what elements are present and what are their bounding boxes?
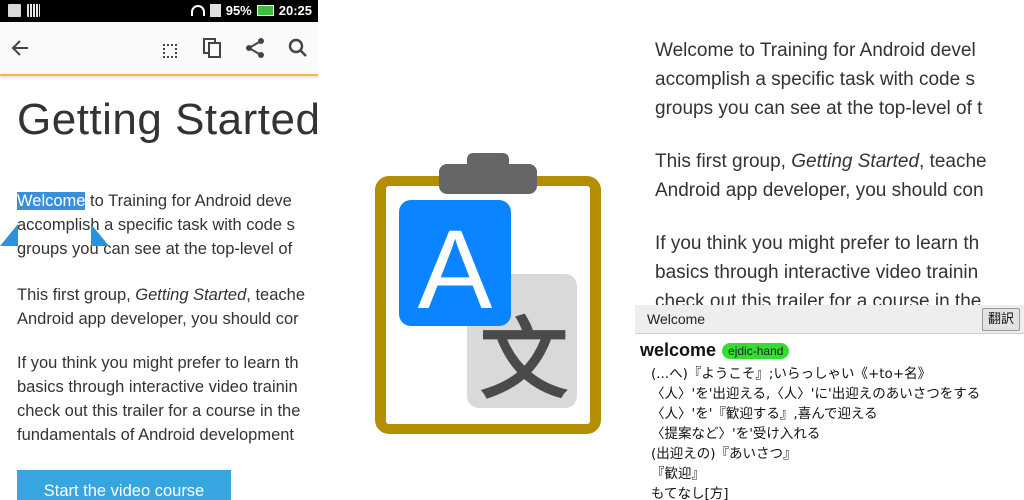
intro-paragraph: Welcome to Training for Android devel ac…	[655, 36, 982, 123]
select-all-icon[interactable]	[158, 36, 182, 60]
paragraph-text: check out this trailer for a course in t…	[17, 402, 301, 420]
start-video-course-button[interactable]: Start the video course	[17, 470, 231, 500]
definition-line: もてなし[方]	[651, 486, 729, 500]
getting-started-paragraph: This first group, Getting Started, teach…	[17, 283, 318, 331]
battery-charging-icon	[256, 5, 274, 16]
paragraph-text: basics through interactive video trainin	[655, 262, 979, 283]
paragraph-text: groups you can see at the top-level of t	[655, 98, 983, 119]
barcode-notification-icon	[27, 4, 40, 17]
paragraph-text: accomplish a specific task with code s	[17, 216, 295, 234]
right-phone-screen: Welcome to Training for Android devel ac…	[635, 0, 1024, 500]
paragraph-text: accomplish a specific task with code s	[655, 69, 975, 90]
latin-letter: A	[418, 207, 493, 332]
search-icon[interactable]	[286, 36, 310, 60]
dictionary-source-badge: ejdic-hand	[722, 342, 790, 359]
paragraph-text: fundamentals of Android development	[17, 426, 295, 444]
video-training-paragraph: If you think you might prefer to learn t…	[17, 351, 318, 447]
entry-headword: welcome	[640, 340, 717, 360]
definition-line: 〈人〉'を'出迎える,〈人〉'に'出迎えのあいさつをする	[651, 386, 981, 402]
translate-button[interactable]: 翻訳	[982, 308, 1020, 331]
dictionary-popup: Welcome 翻訳 welcome ejdic-hand (...へ)『ようこ…	[635, 305, 1024, 500]
paragraph-text: Android app developer, you should con	[655, 180, 984, 201]
intro-paragraph: Welcome to Training for Android deve acc…	[17, 189, 318, 261]
popup-header: Welcome 翻訳	[635, 305, 1024, 334]
paragraph-emphasis: Getting Started	[135, 286, 247, 304]
getting-started-paragraph: This first group, Getting Started, teach…	[655, 147, 987, 205]
status-notification-icons	[8, 4, 40, 17]
paragraph-text: This first group,	[655, 151, 792, 172]
definition-list: (...へ)『ようこそ』;いらっしゃい《+to+名》 〈人〉'を'出迎える,〈人…	[651, 364, 980, 500]
definition-line: 〈人〉'を'『歓迎する』,喜んで迎える	[651, 406, 878, 422]
copy-icon[interactable]	[200, 36, 224, 60]
paragraph-emphasis: Getting Started	[791, 151, 920, 172]
wifi-icon	[190, 5, 205, 16]
clipboard-clip-icon	[439, 153, 537, 194]
clipboard-translate-logo: 文 A	[371, 150, 607, 440]
app-notification-icon	[8, 4, 21, 17]
paragraph-text: basics through interactive video trainin	[17, 378, 298, 396]
selection-start-handle[interactable]	[0, 224, 18, 246]
back-arrow-icon[interactable]	[8, 36, 32, 60]
lookup-word: Welcome	[647, 311, 706, 327]
paragraph-text: If you think you might prefer to learn t…	[17, 354, 299, 372]
paragraph-text: Android app developer, you should cor	[17, 310, 299, 328]
dictionary-entry-header: welcome ejdic-hand	[640, 340, 790, 361]
video-training-paragraph: If you think you might prefer to learn t…	[655, 229, 981, 316]
selected-word[interactable]: Welcome	[17, 192, 86, 210]
app-toolbar	[0, 22, 318, 76]
paragraph-text: to Training for Android deve	[85, 192, 292, 210]
paragraph-text: , teache	[246, 286, 305, 304]
left-phone-screen: 95% 20:25 Getting Started Welcome to Tra…	[0, 0, 318, 500]
paragraph-text: groups you can see at the top-level of	[17, 240, 293, 258]
battery-percent: 95%	[225, 3, 252, 18]
clock: 20:25	[278, 3, 312, 18]
status-bar: 95% 20:25	[0, 0, 318, 22]
definition-line: (...へ)『ようこそ』;いらっしゃい《+to+名》	[651, 366, 932, 382]
status-right: 95% 20:25	[190, 3, 312, 18]
definition-line: (出迎えの)『あいさつ』	[651, 446, 797, 462]
share-icon[interactable]	[243, 36, 267, 60]
paragraph-text: If you think you might prefer to learn t…	[655, 233, 980, 254]
paragraph-text: , teache	[919, 151, 987, 172]
sim-icon	[209, 4, 221, 17]
paragraph-text: This first group,	[17, 286, 136, 304]
paragraph-text: Welcome to Training for Android devel	[655, 40, 976, 61]
page-title: Getting Started	[17, 95, 318, 144]
definition-line: 〈提案など〉'を'受け入れる	[651, 426, 821, 442]
definition-line: 『歓迎』	[651, 466, 705, 482]
